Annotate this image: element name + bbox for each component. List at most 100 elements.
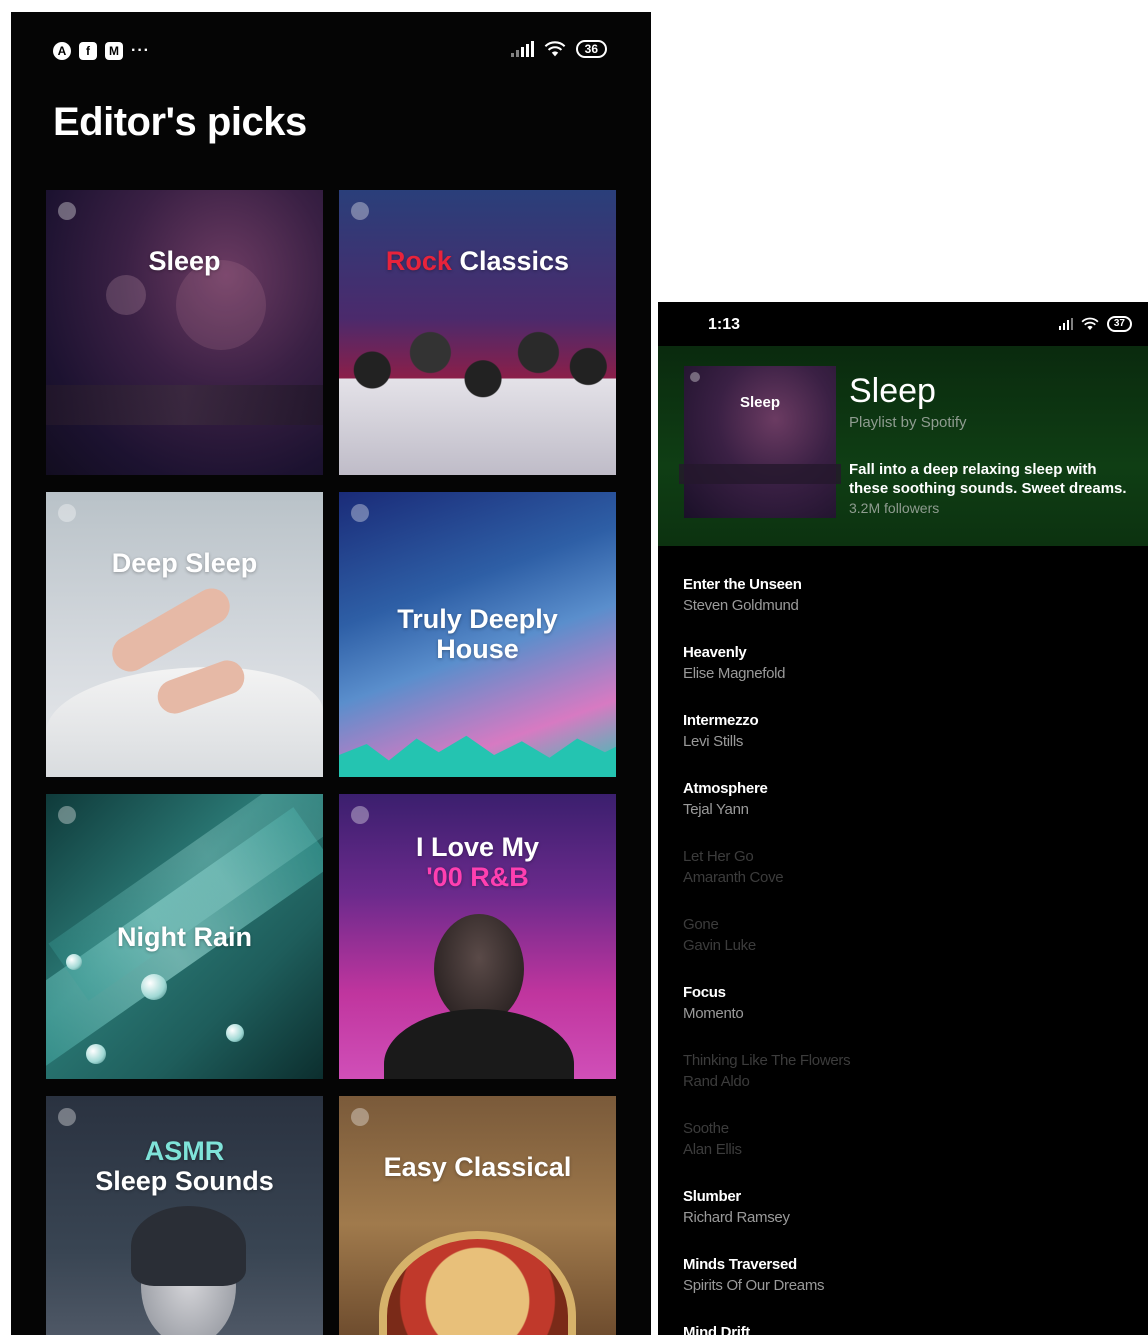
playlist-tile-asmr-sleep-sounds[interactable]: ASMR Sleep Sounds bbox=[46, 1096, 323, 1335]
track-artist: Amaranth Cove bbox=[683, 869, 784, 886]
track-row-unavailable[interactable]: Let Her Go Amaranth Cove bbox=[683, 846, 1123, 914]
battery-icon: 37 bbox=[1106, 316, 1132, 332]
page-title: Editor's picks bbox=[53, 100, 307, 144]
playlist-tile-i-love-my-00s-rnb[interactable]: I Love My '00 R&B bbox=[339, 794, 616, 1079]
spotify-logo-icon bbox=[58, 202, 76, 220]
spotify-logo-icon bbox=[690, 372, 700, 382]
tile-title: Easy Classical bbox=[383, 1152, 572, 1182]
gmail-icon: M bbox=[105, 42, 123, 60]
playlist-tile-deep-sleep[interactable]: Deep Sleep bbox=[46, 492, 323, 777]
status-bar-right: 37 bbox=[1058, 316, 1132, 332]
playlist-title: Sleep bbox=[849, 372, 936, 410]
playlist-grid: Sleep Rock Classics Deep Sleep Truly Dee… bbox=[46, 190, 616, 1335]
tile-title: Truly Deeply House bbox=[397, 604, 558, 664]
status-time: 1:13 bbox=[708, 316, 741, 333]
playlist-owner[interactable]: Playlist by Spotify bbox=[849, 414, 967, 431]
raindrop-decoration bbox=[86, 1044, 106, 1064]
track-artist: Gavin Luke bbox=[683, 937, 756, 954]
spotify-logo-icon bbox=[58, 806, 76, 824]
spotify-logo-icon bbox=[351, 202, 369, 220]
cover-title: Sleep bbox=[739, 394, 781, 411]
track-artist: Steven Goldmund bbox=[683, 597, 799, 614]
more-notifications-icon: ··· bbox=[131, 42, 150, 59]
track-row-unavailable[interactable]: Gone Gavin Luke bbox=[683, 914, 1123, 982]
tile-title: Rock Classics bbox=[339, 246, 616, 276]
chair-photo bbox=[379, 1231, 576, 1335]
track-name: Gone bbox=[683, 916, 719, 933]
track-name: Slumber bbox=[683, 1188, 741, 1205]
moon-decoration bbox=[106, 275, 146, 315]
track-name: Minds Traversed bbox=[683, 1256, 797, 1273]
spotify-logo-icon bbox=[351, 1108, 369, 1126]
status-bar-right: 36 bbox=[510, 40, 607, 58]
tile-title-accent: '00 R&B bbox=[426, 862, 529, 892]
raindrop-decoration bbox=[66, 954, 82, 970]
track-row[interactable]: Slumber Richard Ramsey bbox=[683, 1186, 1123, 1254]
track-row[interactable]: Mind Drift bbox=[683, 1322, 1123, 1335]
tile-title-accent: Rock bbox=[385, 246, 452, 276]
playlist-header: Sleep Sleep Playlist by Spotify Fall int… bbox=[658, 346, 1148, 546]
spotify-logo-icon bbox=[351, 806, 369, 824]
tile-title-main: Classics bbox=[459, 246, 570, 276]
track-row[interactable]: Minds Traversed Spirits Of Our Dreams bbox=[683, 1254, 1123, 1322]
track-name: Thinking Like The Flowers bbox=[683, 1052, 851, 1069]
battery-icon: 36 bbox=[575, 40, 607, 58]
track-row-unavailable[interactable]: Soothe Alan Ellis bbox=[683, 1118, 1123, 1186]
crowd-decoration bbox=[339, 735, 616, 777]
tile-title: Deep Sleep bbox=[111, 548, 258, 578]
track-name: Focus bbox=[683, 984, 726, 1001]
track-artist: Tejal Yann bbox=[683, 801, 749, 818]
tile-title: I Love My bbox=[415, 832, 540, 862]
track-name: Enter the Unseen bbox=[683, 576, 802, 593]
landscape-decoration bbox=[679, 464, 841, 484]
raindrop-decoration bbox=[226, 1024, 244, 1042]
tile-title: Night Rain bbox=[117, 922, 252, 952]
playlist-screen: 1:13 37 Sleep Sleep Playlist by Spotify … bbox=[658, 302, 1148, 1335]
track-artist: Alan Ellis bbox=[683, 1141, 742, 1158]
track-name: Soothe bbox=[683, 1120, 729, 1137]
playlist-cover: Sleep bbox=[679, 366, 841, 518]
playlist-tile-truly-deeply-house[interactable]: Truly Deeply House bbox=[339, 492, 616, 777]
facebook-icon: f bbox=[79, 42, 97, 60]
wifi-icon bbox=[544, 41, 565, 57]
artist-shirt bbox=[384, 1009, 574, 1079]
track-name: Heavenly bbox=[683, 644, 747, 661]
track-row[interactable]: Atmosphere Tejal Yann bbox=[683, 778, 1123, 846]
playlist-tile-sleep[interactable]: Sleep bbox=[46, 190, 323, 475]
playlist-tile-night-rain[interactable]: Night Rain bbox=[46, 794, 323, 1079]
track-name: Atmosphere bbox=[683, 780, 768, 797]
person-hair bbox=[131, 1206, 246, 1286]
track-list: Enter the Unseen Steven Goldmund Heavenl… bbox=[683, 574, 1123, 1335]
artist-photo bbox=[434, 914, 524, 1024]
track-name: Let Her Go bbox=[683, 848, 754, 865]
signal-icon bbox=[1058, 318, 1073, 330]
playlist-description: Fall into a deep relaxing sleep with the… bbox=[849, 461, 1127, 497]
playlist-tile-easy-classical[interactable]: Easy Classical bbox=[339, 1096, 616, 1335]
signal-icon bbox=[510, 41, 534, 57]
track-name: Intermezzo bbox=[683, 712, 759, 729]
tile-title: Sleep Sounds bbox=[95, 1166, 274, 1196]
track-row-unavailable[interactable]: Thinking Like The Flowers Rand Aldo bbox=[683, 1050, 1123, 1118]
tile-title: Sleep bbox=[148, 246, 221, 276]
status-bar-left: A f M ··· bbox=[53, 42, 150, 60]
spotify-logo-icon bbox=[58, 504, 76, 522]
track-artist: Elise Magnefold bbox=[683, 665, 786, 682]
editors-picks-screen: A f M ··· 36 Editor's picks Sleep Rock C… bbox=[11, 12, 651, 1335]
wifi-icon bbox=[1081, 317, 1099, 330]
app-notification-icon: A bbox=[53, 42, 71, 60]
track-artist: Levi Stills bbox=[683, 733, 744, 750]
track-row[interactable]: Focus Momento bbox=[683, 982, 1123, 1050]
track-artist: Momento bbox=[683, 1005, 744, 1022]
raindrop-decoration bbox=[141, 974, 167, 1000]
track-artist: Richard Ramsey bbox=[683, 1209, 790, 1226]
spotify-logo-icon bbox=[58, 1108, 76, 1126]
spotify-logo-icon bbox=[351, 504, 369, 522]
track-row[interactable]: Intermezzo Levi Stills bbox=[683, 710, 1123, 778]
tile-title-accent: ASMR bbox=[144, 1136, 225, 1166]
landscape-decoration bbox=[46, 385, 323, 425]
followers-count: 3.2M followers bbox=[849, 500, 940, 516]
band-photo bbox=[339, 300, 616, 475]
track-row[interactable]: Enter the Unseen Steven Goldmund bbox=[683, 574, 1123, 642]
track-row[interactable]: Heavenly Elise Magnefold bbox=[683, 642, 1123, 710]
playlist-tile-rock-classics[interactable]: Rock Classics bbox=[339, 190, 616, 475]
